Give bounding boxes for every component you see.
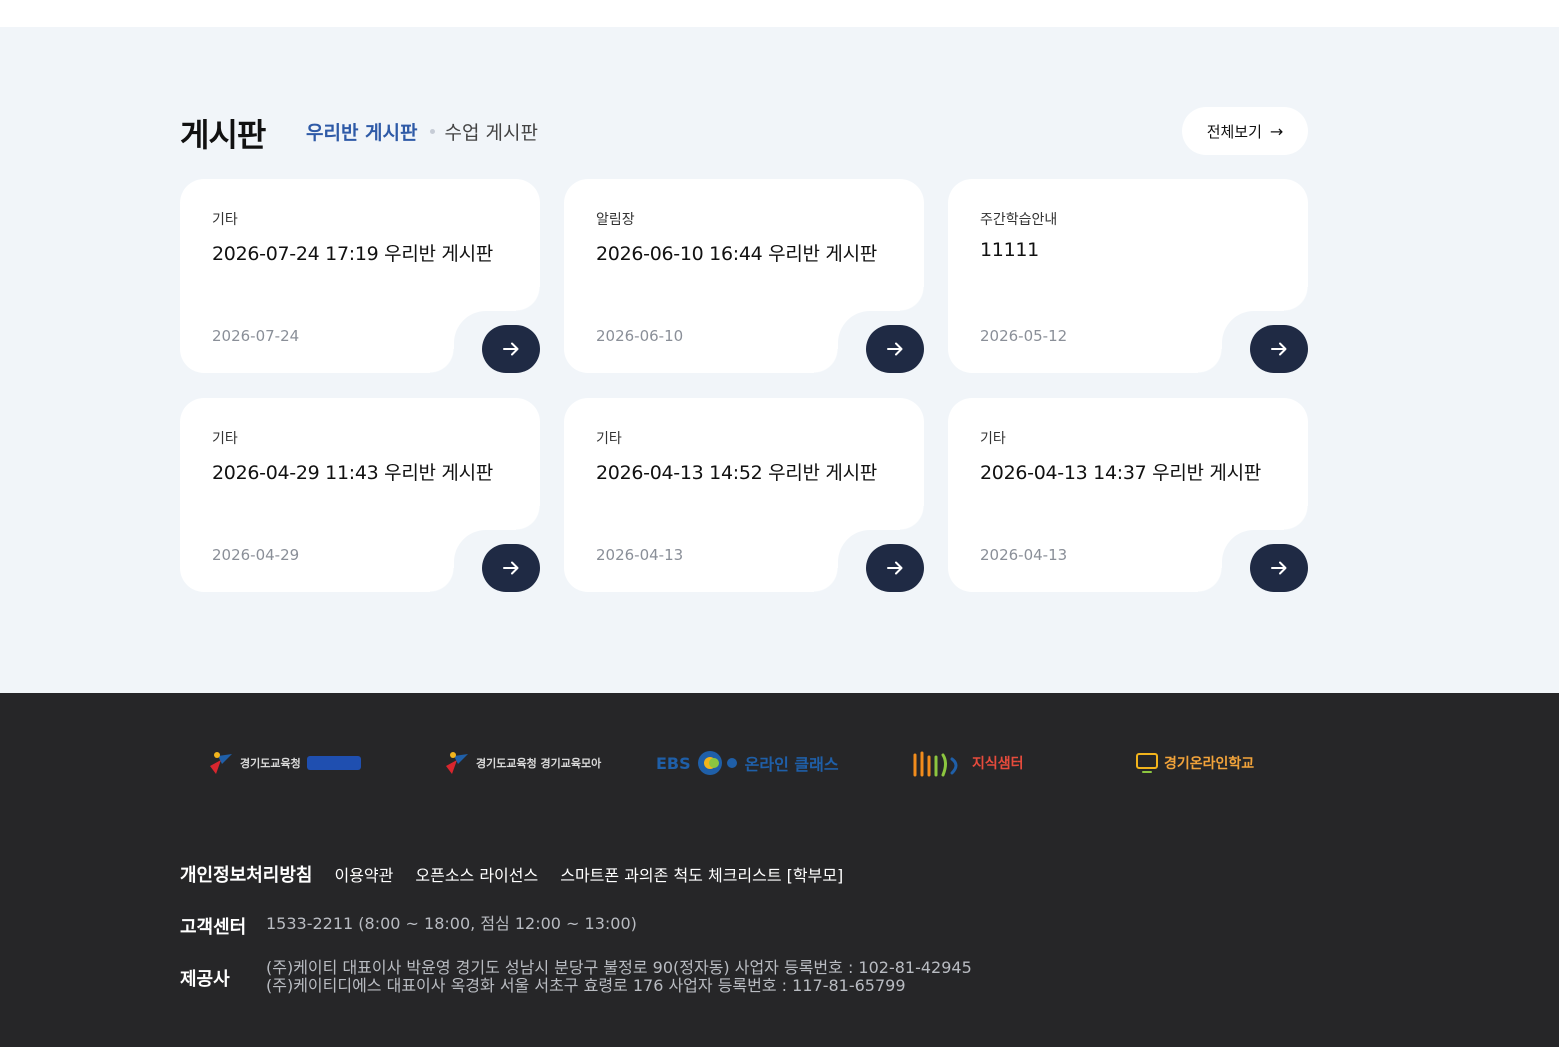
card-open-button[interactable] (866, 325, 924, 373)
arrow-right-icon (887, 561, 903, 575)
gyeonggi-edu-symbol-icon (210, 752, 232, 774)
arrow-right-icon (887, 342, 903, 356)
ebs-circles-icon (697, 751, 737, 775)
board-tabs: 우리반 게시판 수업 게시판 (306, 118, 538, 145)
opensource-license-link[interactable]: 오픈소스 라이선스 (415, 862, 538, 886)
arrow-right-icon (1271, 561, 1287, 575)
monitor-icon (1136, 753, 1158, 773)
site-footer: 경기도교육청 경기도교육청 경기교육모아 EBS 온라인 클래스 지식샘터 경기… (0, 693, 1559, 1047)
provider-row: 제공사 (주)케이티 대표이사 박윤영 경기도 성남시 분당구 불정로 90(정… (180, 959, 972, 995)
arrow-right-icon (503, 561, 519, 575)
board-title: 게시판 (180, 116, 266, 154)
board-card-list: 기타 2026-07-24 17:19 우리반 게시판 2026-07-24 알… (180, 179, 1308, 592)
card-title[interactable]: 11111 (980, 239, 1039, 261)
footer-links: 개인정보처리방침 이용약관 오픈소스 라이선스 스마트폰 과의존 척도 체크리스… (180, 861, 843, 887)
card-title[interactable]: 2026-07-24 17:19 우리반 게시판 (212, 239, 493, 266)
online-school-name: 경기온라인학교 (1164, 756, 1255, 772)
online-class-label: 온라인 클래스 (744, 755, 839, 774)
smartphone-checklist-link[interactable]: 스마트폰 과의존 척도 체크리스트 [학부모] (560, 862, 843, 886)
arrow-right-icon: → (1269, 121, 1284, 141)
card-date: 2026-04-13 (596, 546, 684, 564)
terms-link[interactable]: 이용약관 (334, 862, 393, 886)
tab-lesson-board[interactable]: 수업 게시판 (445, 118, 538, 145)
provider-label: 제공사 (180, 969, 230, 990)
gyeonggi-edu-symbol-icon (446, 752, 468, 774)
board-card[interactable]: 기타 2026-04-13 14:37 우리반 게시판 2026-04-13 (948, 398, 1308, 592)
edu-slogan-badge (306, 756, 361, 770)
card-title[interactable]: 2026-04-13 14:37 우리반 게시판 (980, 458, 1261, 485)
board-card[interactable]: 기타 2026-04-29 11:43 우리반 게시판 2026-04-29 (180, 398, 540, 592)
card-date: 2026-06-10 (596, 327, 684, 345)
ebs-online-class-logo[interactable]: EBS 온라인 클래스 (656, 745, 839, 781)
card-title[interactable]: 2026-04-13 14:52 우리반 게시판 (596, 458, 877, 485)
provider-line-kt: (주)케이티 대표이사 박윤영 경기도 성남시 분당구 불정로 90(정자동) … (266, 958, 972, 977)
knowledge-center-logo[interactable]: 지식샘터 (912, 745, 1024, 781)
board-card[interactable]: 기타 2026-07-24 17:19 우리반 게시판 2026-07-24 (180, 179, 540, 373)
card-open-button[interactable] (1250, 544, 1308, 592)
gyeonggi-edu-logo-1[interactable]: 경기도교육청 (208, 745, 361, 781)
gyeonggi-online-school-logo[interactable]: 경기온라인학교 (1136, 745, 1254, 781)
board-card[interactable]: 기타 2026-04-13 14:52 우리반 게시판 2026-04-13 (564, 398, 924, 592)
card-open-button[interactable] (1250, 325, 1308, 373)
view-all-button[interactable]: 전체보기 → (1182, 107, 1308, 155)
customer-center-label: 고객센터 (180, 917, 247, 938)
card-date: 2026-04-29 (212, 546, 300, 564)
card-open-button[interactable] (866, 544, 924, 592)
tab-our-class-board[interactable]: 우리반 게시판 (306, 118, 418, 145)
partner-logos: 경기도교육청 경기도교육청 경기교육모아 EBS 온라인 클래스 지식샘터 경기… (180, 745, 1308, 781)
card-category: 기타 (596, 431, 622, 447)
board-card[interactable]: 알림장 2026-06-10 16:44 우리반 게시판 2026-06-10 (564, 179, 924, 373)
provider-info: (주)케이티 대표이사 박윤영 경기도 성남시 분당구 불정로 90(정자동) … (266, 959, 972, 995)
board-card[interactable]: 주간학습안내 11111 2026-05-12 (948, 179, 1308, 373)
ebs-label: EBS (656, 753, 691, 773)
card-category: 주간학습안내 (980, 212, 1058, 228)
card-title[interactable]: 2026-06-10 16:44 우리반 게시판 (596, 239, 877, 266)
knowledge-center-symbol-icon (913, 751, 958, 777)
card-category: 기타 (212, 431, 238, 447)
customer-center-row: 고객센터 1533-2211 (8:00 ~ 18:00, 점심 12:00 ~… (180, 913, 637, 939)
card-category: 기타 (980, 431, 1006, 447)
arrow-right-icon (503, 342, 519, 356)
card-date: 2026-07-24 (212, 327, 300, 345)
arrow-right-icon (1271, 342, 1287, 356)
customer-center-info: 1533-2211 (8:00 ~ 18:00, 점심 12:00 ~ 13:0… (266, 914, 637, 933)
top-bar (0, 0, 1559, 27)
gyeonggi-edu-logo-2[interactable]: 경기도교육청 경기교육모아 (444, 745, 601, 781)
provider-line-ktds: (주)케이티디에스 대표이사 옥경화 서울 서초구 효령로 176 사업자 등록… (266, 976, 906, 995)
card-date: 2026-04-13 (980, 546, 1068, 564)
card-title[interactable]: 2026-04-29 11:43 우리반 게시판 (212, 458, 493, 485)
card-category: 알림장 (596, 212, 635, 228)
card-category: 기타 (212, 212, 238, 228)
card-date: 2026-05-12 (980, 327, 1068, 345)
knowledge-center-name: 지식샘터 (972, 756, 1024, 772)
gyeonggi-edu-moa-name: 경기도교육청 경기교육모아 (476, 757, 602, 770)
privacy-policy-link[interactable]: 개인정보처리방침 (180, 861, 312, 887)
tab-separator-dot (429, 129, 435, 134)
gyeonggi-edu-name: 경기도교육청 (240, 757, 301, 770)
card-open-button[interactable] (482, 325, 540, 373)
view-all-label: 전체보기 (1206, 122, 1262, 141)
card-open-button[interactable] (482, 544, 540, 592)
